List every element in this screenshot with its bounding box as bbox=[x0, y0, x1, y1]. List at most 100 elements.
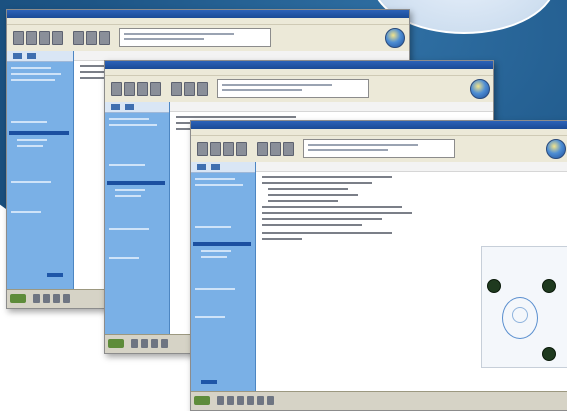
menu-bar[interactable] bbox=[105, 69, 493, 76]
sidebar-tab[interactable] bbox=[27, 53, 36, 59]
address-box[interactable] bbox=[119, 28, 271, 47]
sidebar-tab[interactable] bbox=[13, 53, 22, 59]
title-bar[interactable] bbox=[105, 61, 493, 69]
start-icon[interactable] bbox=[10, 294, 26, 303]
sidebar-item-selected[interactable] bbox=[107, 181, 165, 185]
sidebar-item[interactable] bbox=[11, 79, 55, 81]
sidebar-item[interactable] bbox=[11, 67, 51, 69]
sidebar-item[interactable] bbox=[11, 181, 51, 183]
sidebar-item[interactable] bbox=[195, 288, 235, 290]
toolbar bbox=[105, 76, 493, 103]
toolbar-icon[interactable] bbox=[257, 142, 268, 156]
sidebar-item[interactable] bbox=[11, 211, 41, 213]
toolbar-icon[interactable] bbox=[236, 142, 247, 156]
taskbar-icon[interactable] bbox=[227, 396, 234, 405]
toolbar-icon[interactable] bbox=[137, 82, 148, 96]
sidebar-tabs bbox=[7, 51, 73, 62]
sidebar-item[interactable] bbox=[115, 195, 141, 197]
taskbar-icon[interactable] bbox=[237, 396, 244, 405]
taskbar-icon[interactable] bbox=[131, 339, 138, 348]
taskbar-icon[interactable] bbox=[53, 294, 60, 303]
taskbar-icon[interactable] bbox=[257, 396, 264, 405]
sidebar-item[interactable] bbox=[195, 226, 231, 228]
sidebar-item[interactable] bbox=[17, 145, 43, 147]
sidebar-item[interactable] bbox=[109, 164, 145, 166]
toolbar bbox=[191, 136, 567, 163]
toolbar-icon[interactable] bbox=[13, 31, 24, 45]
content-line bbox=[176, 116, 296, 118]
sidebar-tabs bbox=[105, 102, 169, 113]
globe-icon[interactable] bbox=[470, 79, 490, 99]
sidebar-item-selected[interactable] bbox=[193, 242, 251, 246]
sidebar-item[interactable] bbox=[109, 118, 149, 120]
sidebar bbox=[7, 51, 74, 290]
menu-bar[interactable] bbox=[191, 129, 567, 136]
toolbar-icon[interactable] bbox=[26, 31, 37, 45]
window-front[interactable] bbox=[190, 120, 567, 411]
content-tab-bar[interactable] bbox=[256, 162, 567, 172]
start-icon[interactable] bbox=[108, 339, 124, 348]
toolbar-icon[interactable] bbox=[86, 31, 97, 45]
globe-icon[interactable] bbox=[385, 28, 405, 48]
address-box[interactable] bbox=[217, 79, 369, 98]
content-tab-bar[interactable] bbox=[170, 102, 493, 112]
toolbar-icon[interactable] bbox=[283, 142, 294, 156]
toolbar-icon[interactable] bbox=[124, 82, 135, 96]
taskbar-icon[interactable] bbox=[247, 396, 254, 405]
toolbar-icon[interactable] bbox=[223, 142, 234, 156]
toolbar-icon[interactable] bbox=[210, 142, 221, 156]
globe-icon[interactable] bbox=[546, 139, 566, 159]
sidebar-item[interactable] bbox=[17, 139, 47, 141]
toolbar-icon[interactable] bbox=[197, 142, 208, 156]
toolbar-icon[interactable] bbox=[150, 82, 161, 96]
sidebar-item[interactable] bbox=[109, 124, 157, 126]
taskbar-icon[interactable] bbox=[161, 339, 168, 348]
taskbar-icon[interactable] bbox=[267, 396, 274, 405]
sidebar-item-selected[interactable] bbox=[9, 131, 69, 135]
diagram-node bbox=[542, 279, 556, 293]
sidebar-item[interactable] bbox=[115, 189, 145, 191]
sidebar-tab[interactable] bbox=[211, 164, 220, 170]
toolbar-icon[interactable] bbox=[184, 82, 195, 96]
start-icon[interactable] bbox=[194, 396, 210, 405]
sidebar-item[interactable] bbox=[11, 73, 61, 75]
sidebar-button[interactable] bbox=[201, 380, 217, 384]
toolbar-icon[interactable] bbox=[270, 142, 281, 156]
menu-bar[interactable] bbox=[7, 18, 409, 25]
toolbar-icon[interactable] bbox=[197, 82, 208, 96]
content-line bbox=[262, 182, 372, 184]
taskbar-icon[interactable] bbox=[141, 339, 148, 348]
sidebar-item[interactable] bbox=[195, 316, 225, 318]
diagram-node bbox=[542, 347, 556, 361]
content-line bbox=[262, 212, 412, 214]
sidebar-item[interactable] bbox=[201, 250, 231, 252]
toolbar-icon[interactable] bbox=[73, 31, 84, 45]
network-diagram bbox=[481, 246, 567, 368]
sidebar-button[interactable] bbox=[47, 273, 63, 277]
taskbar-icon[interactable] bbox=[33, 294, 40, 303]
taskbar-icon[interactable] bbox=[63, 294, 70, 303]
sidebar-item[interactable] bbox=[201, 256, 227, 258]
taskbar-icon[interactable] bbox=[43, 294, 50, 303]
sidebar-tab[interactable] bbox=[111, 104, 120, 110]
taskbar-icon[interactable] bbox=[151, 339, 158, 348]
toolbar-icon[interactable] bbox=[39, 31, 50, 45]
content-line bbox=[268, 200, 338, 202]
sidebar-item[interactable] bbox=[109, 257, 139, 259]
address-box[interactable] bbox=[303, 139, 455, 158]
toolbar bbox=[7, 25, 409, 52]
sidebar-tab[interactable] bbox=[197, 164, 206, 170]
sidebar-item[interactable] bbox=[195, 178, 235, 180]
toolbar-icon[interactable] bbox=[171, 82, 182, 96]
sidebar-item[interactable] bbox=[109, 228, 149, 230]
sidebar-item[interactable] bbox=[11, 121, 47, 123]
content-line bbox=[262, 232, 392, 234]
title-bar[interactable] bbox=[7, 10, 409, 18]
sidebar-tab[interactable] bbox=[125, 104, 134, 110]
toolbar-icon[interactable] bbox=[52, 31, 63, 45]
sidebar-item[interactable] bbox=[195, 184, 243, 186]
title-bar[interactable] bbox=[191, 121, 567, 129]
taskbar-icon[interactable] bbox=[217, 396, 224, 405]
toolbar-icon[interactable] bbox=[111, 82, 122, 96]
toolbar-icon[interactable] bbox=[99, 31, 110, 45]
